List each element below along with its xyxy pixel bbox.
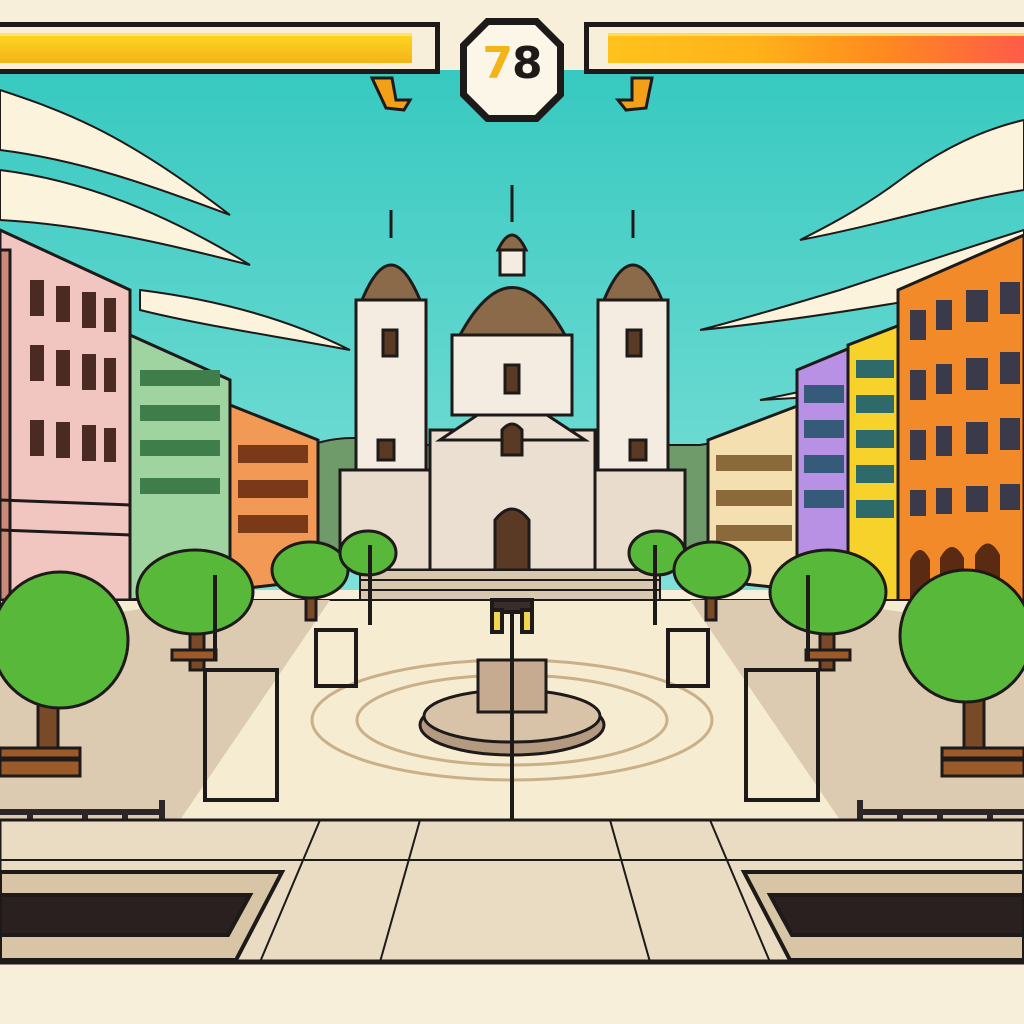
game-stage: 78 — [0, 0, 1024, 1024]
round-timer: 78 — [482, 38, 542, 89]
player2-health-fill — [607, 33, 1024, 63]
player1-health-bar — [0, 22, 440, 74]
player1-health-fill — [0, 33, 412, 63]
plaza-background — [0, 70, 1024, 1024]
bottom-border — [0, 960, 1024, 1024]
player2-health-bar — [584, 22, 1024, 74]
